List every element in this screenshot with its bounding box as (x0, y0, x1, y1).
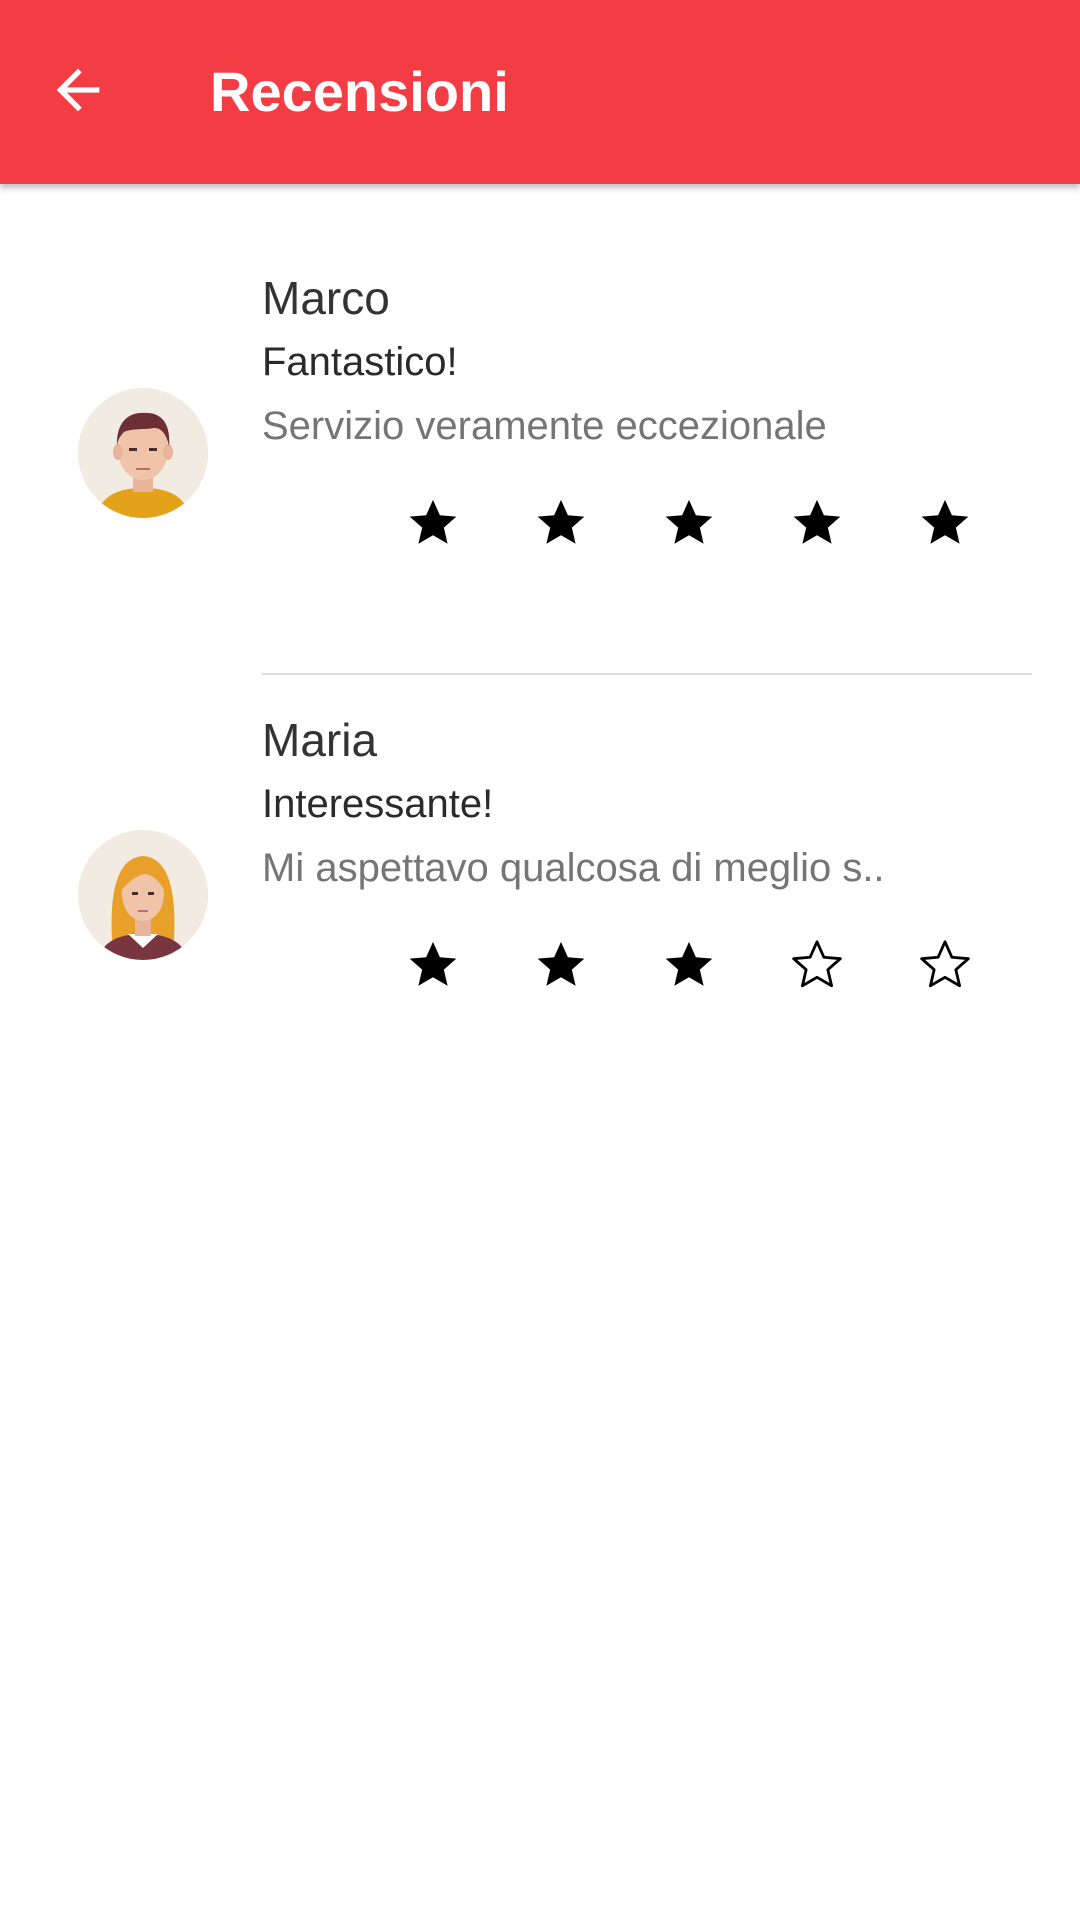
star-filled-icon (793, 499, 841, 544)
star-filled-icon (665, 941, 713, 986)
back-button[interactable] (38, 50, 118, 130)
arrow-back-icon (56, 68, 100, 112)
star-empty-icon (792, 940, 842, 988)
star-empty-icon (920, 940, 970, 988)
page-title: Recensioni (210, 60, 509, 123)
review-text: Servizio veramente eccezionale (262, 404, 827, 448)
star-filled-icon (409, 499, 457, 544)
star-filled-icon (537, 499, 585, 544)
female-avatar-icon (78, 830, 208, 960)
review-title: Fantastico! (262, 340, 458, 384)
review-text: Mi aspettavo qualcosa di meglio s.. (262, 846, 885, 890)
star-rating (405, 936, 1025, 996)
star-filled-icon (921, 499, 969, 544)
star-filled-icon (537, 941, 585, 986)
avatar (78, 388, 208, 518)
avatar (78, 830, 208, 960)
reviewer-name: Marco (262, 272, 390, 324)
star-filled-icon (665, 499, 713, 544)
star-rating (405, 494, 1025, 554)
app-bar: Recensioni (0, 0, 1080, 184)
reviewer-name: Maria (262, 714, 378, 766)
review-title: Interessante! (262, 782, 494, 826)
star-filled-icon (409, 941, 457, 986)
review-item[interactable]: Marco Fantastico! Servizio veramente ecc… (0, 184, 1080, 614)
review-item[interactable]: Maria Interessante! Mi aspettavo qualcos… (0, 626, 1080, 1056)
male-avatar-icon (78, 388, 208, 518)
